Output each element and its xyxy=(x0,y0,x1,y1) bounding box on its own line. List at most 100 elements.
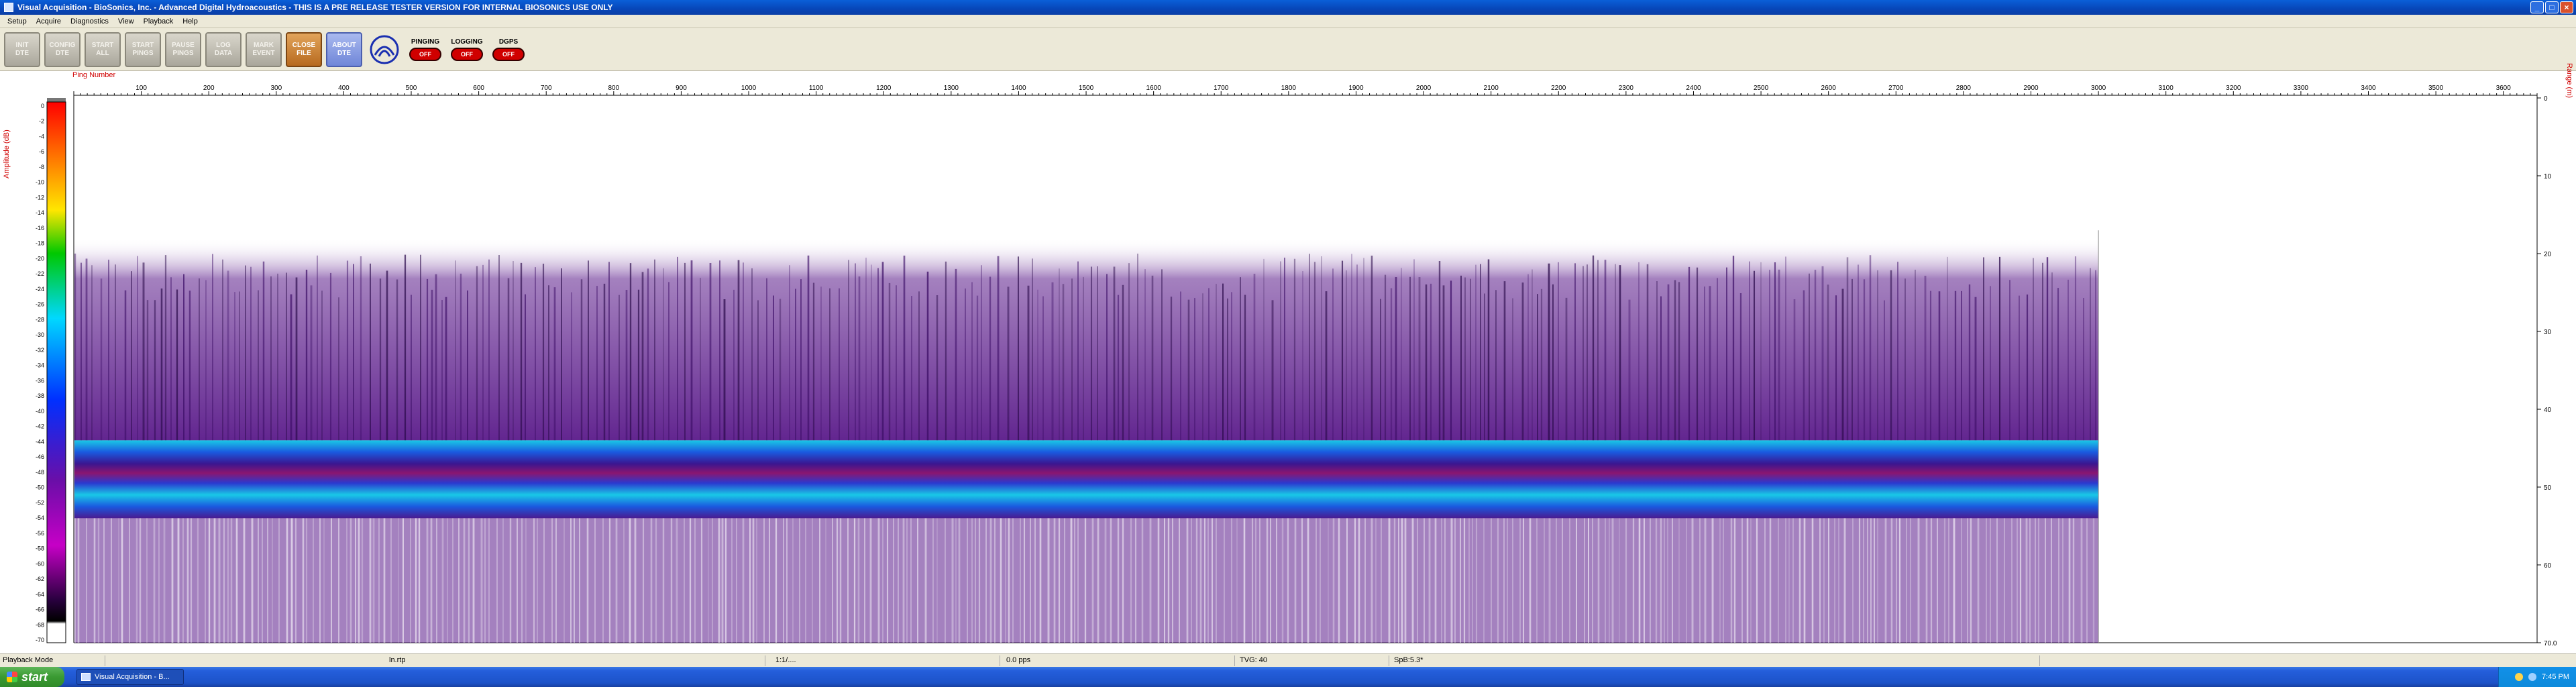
amplitude-tick-label: -12 xyxy=(36,194,44,201)
tray-network-icon[interactable] xyxy=(2528,673,2537,681)
ping-tick-label: 3300 xyxy=(2294,85,2309,92)
range-tick-label: 30 xyxy=(2544,329,2552,336)
amplitude-tick-label: -66 xyxy=(36,606,44,613)
amplitude-tick-label: -10 xyxy=(36,179,44,186)
status-divider xyxy=(1234,655,1235,666)
amplitude-tick-label: -14 xyxy=(36,209,44,216)
taskbar-item-visual-acquisition[interactable]: Visual Acquisition - B... xyxy=(76,669,184,685)
ping-tick-label: 300 xyxy=(270,85,282,92)
ping-tick-label: 3200 xyxy=(2226,85,2241,92)
amplitude-tick-label: -64 xyxy=(36,591,44,598)
tray-clock: 7:45 PM xyxy=(2542,673,2569,681)
status-file: ln.rtp xyxy=(389,656,406,664)
ping-tick-label: 3600 xyxy=(2496,85,2512,92)
log-data-button[interactable]: LOG DATA xyxy=(205,32,241,67)
echogram-data xyxy=(74,237,2099,643)
range-tick-label: 10 xyxy=(2544,173,2552,180)
about-dte-button[interactable]: ABOUT DTE xyxy=(326,32,362,67)
ping-tick-label: 2400 xyxy=(1686,85,1701,92)
ping-tick-label: 2700 xyxy=(1888,85,1904,92)
window-title: Visual Acquisition - BioSonics, Inc. - A… xyxy=(17,3,613,12)
amplitude-tick-label: -54 xyxy=(36,515,44,521)
menu-view[interactable]: View xyxy=(113,17,139,25)
ping-tick-label: 2800 xyxy=(1956,85,1972,92)
amplitude-tick-label: -18 xyxy=(36,240,44,247)
amplitude-tick-label: -70 xyxy=(36,637,44,643)
ping-tick-label: 3100 xyxy=(2159,85,2174,92)
menu-playback[interactable]: Playback xyxy=(139,17,178,25)
menu-setup[interactable]: Setup xyxy=(3,17,32,25)
mark-event-button[interactable]: MARK EVENT xyxy=(246,32,282,67)
close-button[interactable]: × xyxy=(2560,1,2573,13)
toolbar: INIT DTE CONFIG DTE START ALL START PING… xyxy=(0,28,2576,71)
amplitude-colorbar xyxy=(46,101,66,643)
menu-bar: Setup Acquire Diagnostics View Playback … xyxy=(0,15,2576,28)
pinging-indicator: PINGING OFF xyxy=(407,32,444,67)
range-tick-label: 0 xyxy=(2544,95,2548,103)
tray-shield-icon[interactable] xyxy=(2515,673,2524,681)
amplitude-tick-label: -62 xyxy=(36,576,44,582)
bottom-echo-band xyxy=(74,440,2099,519)
pinging-state: OFF xyxy=(409,47,441,61)
windows-logo-icon xyxy=(7,672,17,682)
echogram-plot[interactable]: 0 -2 -4 -6 -8 -10 -12 -14 -16 -18 -20 -22 -24 -26 -28 -… xyxy=(0,71,2576,653)
ping-tick-label: 1200 xyxy=(876,85,892,92)
echogram-panel: Amplitude (dB) Range (m) Ping Number 0 -2… xyxy=(0,63,2576,653)
amplitude-tick-label: -34 xyxy=(36,362,44,369)
range-tick-label: 50 xyxy=(2544,484,2552,492)
app-icon xyxy=(4,3,13,12)
amplitude-tick-label: -4 xyxy=(39,133,44,140)
dgps-indicator: DGPS OFF xyxy=(490,32,527,67)
amplitude-tick-label: -48 xyxy=(36,469,44,476)
ping-tick-label: 700 xyxy=(541,85,552,92)
config-dte-button[interactable]: CONFIG DTE xyxy=(44,32,80,67)
ping-tick-label: 1000 xyxy=(741,85,757,92)
ping-tick-label: 3400 xyxy=(2361,85,2376,92)
ping-tick-label: 2000 xyxy=(1416,85,1432,92)
amplitude-tick-label: -60 xyxy=(36,560,44,567)
window-controls: _ □ × xyxy=(2530,1,2573,13)
status-ping-rate: 0.0 pps xyxy=(1006,656,1031,664)
biosonics-logo-icon xyxy=(366,32,402,67)
amplitude-tick-label: -58 xyxy=(36,545,44,552)
menu-diagnostics[interactable]: Diagnostics xyxy=(66,17,113,25)
colorbar-cap xyxy=(47,98,66,102)
range-tick-label: 60 xyxy=(2544,562,2552,570)
amplitude-tick-label: 0 xyxy=(41,103,44,109)
amplitude-tick-label: -36 xyxy=(36,377,44,384)
status-spl: SpB:5.3* xyxy=(1394,656,1424,664)
title-bar: Visual Acquisition - BioSonics, Inc. - A… xyxy=(0,0,2576,15)
ping-tick-label: 1800 xyxy=(1281,85,1297,92)
start-pings-button[interactable]: START PINGS xyxy=(125,32,161,67)
ping-tick-label: 1300 xyxy=(944,85,959,92)
menu-acquire[interactable]: Acquire xyxy=(32,17,66,25)
ping-tick-label: 2500 xyxy=(1754,85,1769,92)
logging-state: OFF xyxy=(451,47,483,61)
menu-help[interactable]: Help xyxy=(178,17,203,25)
start-button[interactable]: start xyxy=(0,667,64,687)
amplitude-tick-label: -20 xyxy=(36,255,44,262)
amplitude-tick-label: -24 xyxy=(36,286,44,293)
init-dte-button[interactable]: INIT DTE xyxy=(4,32,40,67)
close-file-button[interactable]: CLOSE FILE xyxy=(286,32,322,67)
ping-tick-label: 600 xyxy=(473,85,484,92)
pause-pings-button[interactable]: PAUSE PINGS xyxy=(165,32,201,67)
amplitude-tick-label: -2 xyxy=(39,118,44,125)
status-divider xyxy=(2039,655,2040,666)
status-tvg: TVG: 40 xyxy=(1240,656,1267,664)
amplitude-tick-label: -32 xyxy=(36,347,44,354)
ping-tick-label: 2900 xyxy=(2023,85,2039,92)
ping-tick-label: 2200 xyxy=(1551,85,1566,92)
maximize-button[interactable]: □ xyxy=(2545,1,2559,13)
amplitude-tick-label: -8 xyxy=(39,164,44,170)
amplitude-tick-label: -26 xyxy=(36,301,44,308)
taskbar: start Visual Acquisition - B... 7:45 PM xyxy=(0,667,2576,687)
amplitude-tick-label: -16 xyxy=(36,225,44,231)
ping-tick-label: 500 xyxy=(406,85,417,92)
system-tray: 7:45 PM xyxy=(2498,667,2576,687)
amplitude-tick-label: -56 xyxy=(36,530,44,537)
minimize-button[interactable]: _ xyxy=(2530,1,2544,13)
status-mode: Playback Mode xyxy=(3,656,54,664)
start-all-button[interactable]: START ALL xyxy=(85,32,121,67)
ping-tick-label: 400 xyxy=(338,85,350,92)
